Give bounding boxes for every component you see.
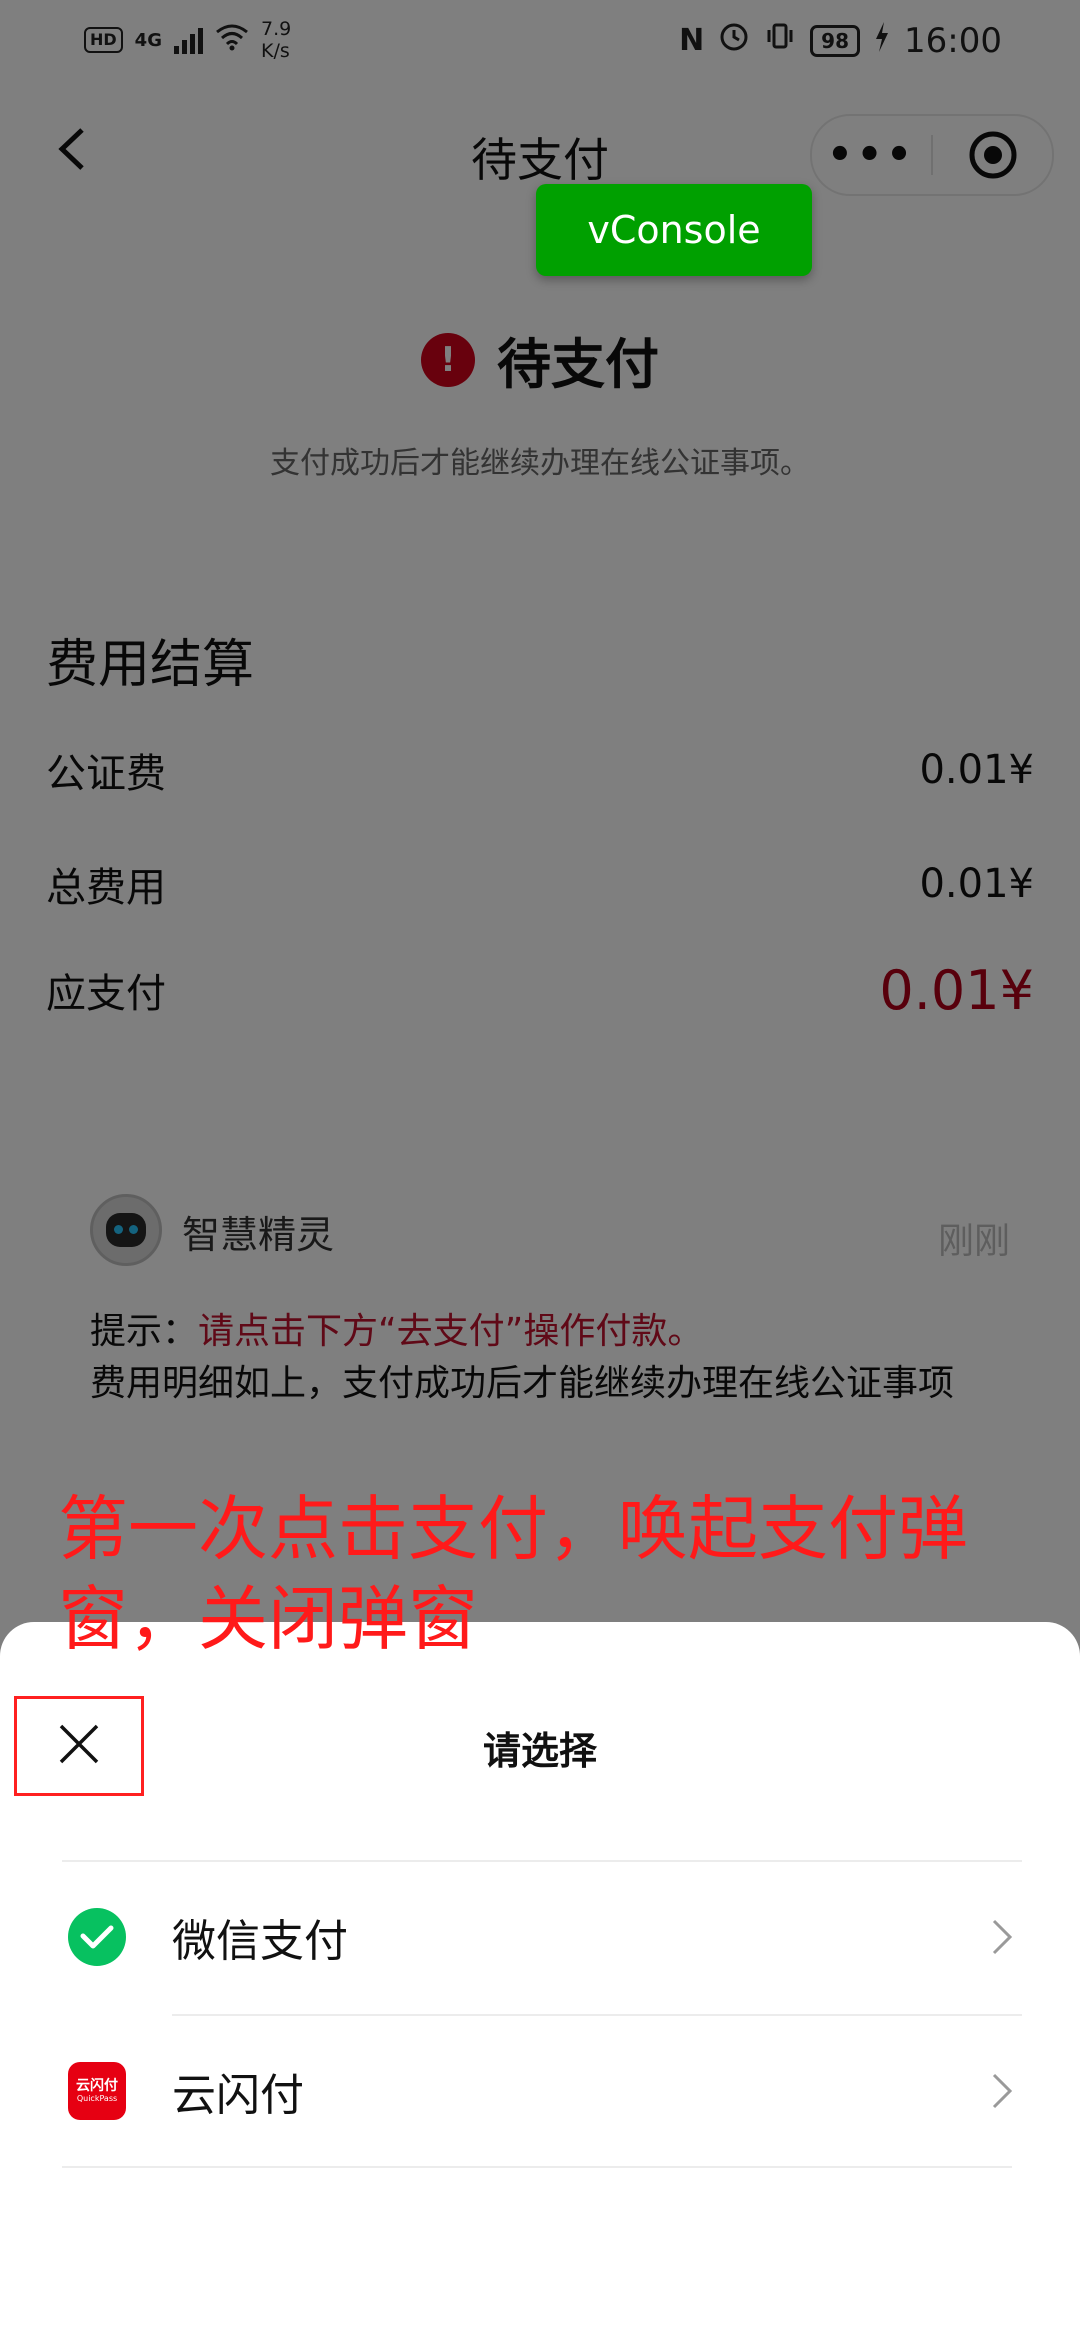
icon-text: 云闪付 — [76, 2078, 118, 2094]
wechat-pay-icon — [68, 1908, 126, 1966]
chevron-right-icon — [990, 2071, 1014, 2111]
payment-method-sheet: 请选择 微信支付 云闪付 QuickPass 云闪付 — [0, 1622, 1080, 2340]
annotation-text: 第一次点击支付，唤起支付弹窗，关闭弹窗 — [58, 1488, 968, 1660]
payment-option-unionpay[interactable]: 云闪付 QuickPass 云闪付 — [0, 2016, 1080, 2166]
payment-option-wechat[interactable]: 微信支付 — [0, 1862, 1080, 2012]
payment-option-label: 微信支付 — [172, 1916, 348, 1967]
sheet-title: 请选择 — [482, 1729, 597, 1773]
chevron-right-icon — [990, 1917, 1014, 1957]
vconsole-button[interactable]: vConsole — [536, 184, 812, 276]
icon-subtext: QuickPass — [76, 2094, 118, 2103]
payment-option-label: 云闪付 — [172, 2070, 304, 2121]
divider — [62, 2166, 1012, 2168]
unionpay-quickpass-icon: 云闪付 QuickPass — [68, 2062, 126, 2120]
